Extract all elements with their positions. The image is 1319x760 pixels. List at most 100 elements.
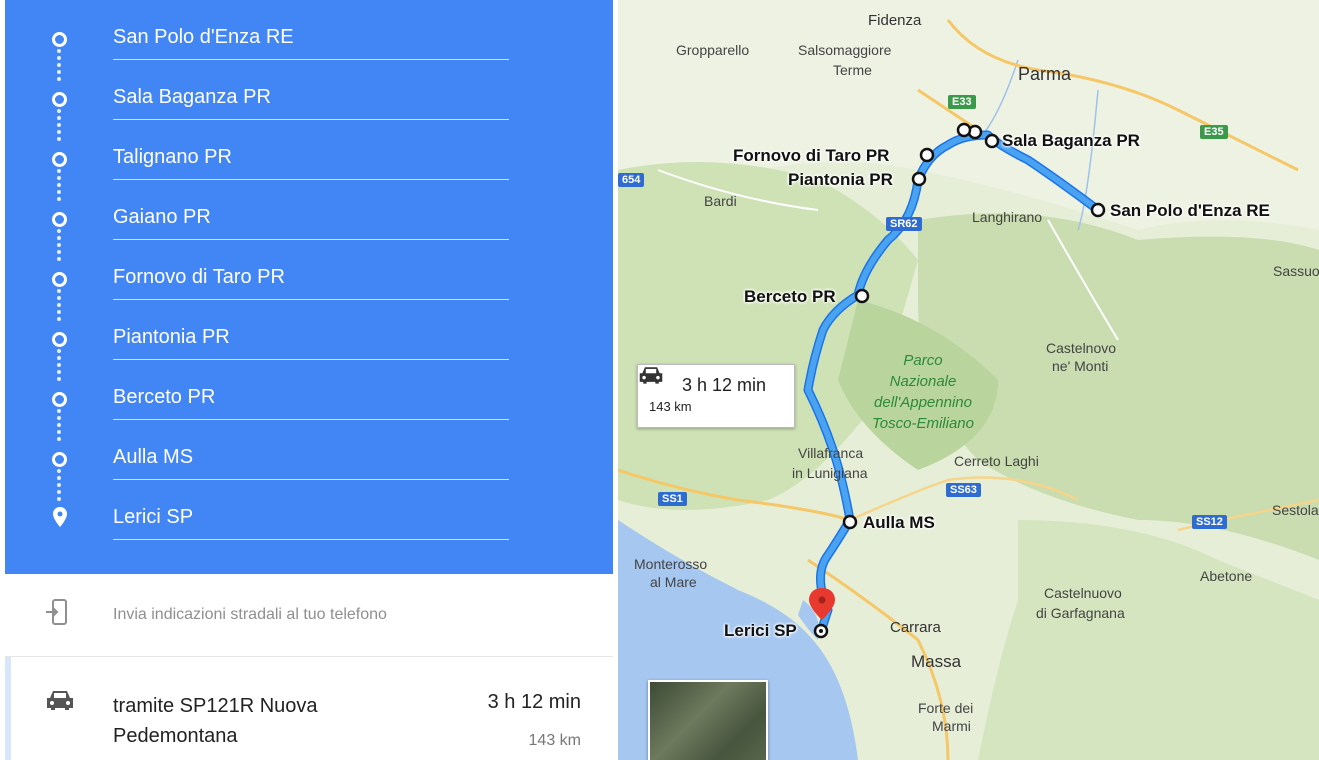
town-gropparello: Gropparello bbox=[676, 42, 750, 58]
park-label: Parco Nazionale dell'Appennino Tosco-Emi… bbox=[858, 350, 988, 434]
directions-panel: San Polo d'Enza RE Sala Baganza PR Taligna… bbox=[0, 0, 618, 760]
map-label-san-polo[interactable]: San Polo d'Enza RE bbox=[1110, 201, 1270, 221]
town-villafranca: Villafranca bbox=[798, 445, 864, 461]
waypoint-row[interactable]: Talignano PR bbox=[5, 125, 613, 185]
car-icon bbox=[639, 367, 663, 384]
route-distance: 143 km bbox=[528, 732, 581, 749]
park-label-line: Nazionale bbox=[889, 373, 957, 390]
waypoint-label[interactable]: Lerici SP bbox=[113, 505, 509, 540]
waypoint-label[interactable]: Gaiano PR bbox=[113, 205, 509, 240]
connector-dot bbox=[57, 476, 61, 480]
waypoint-circle-icon bbox=[52, 452, 67, 467]
town-cerreto-laghi: Cerreto Laghi bbox=[954, 453, 1039, 469]
waypoint-row[interactable]: Lerici SP bbox=[5, 485, 613, 545]
town-fidenza: Fidenza bbox=[868, 12, 922, 29]
waypoint-circle-icon bbox=[52, 332, 67, 347]
route-duration: 3 h 12 min bbox=[487, 691, 581, 713]
connector-dot bbox=[57, 469, 61, 473]
map-view[interactable]: E33 E35 SR62 SS1 SS63 SS12 654 Fidenza G… bbox=[618, 0, 1319, 760]
selected-route-indicator bbox=[5, 657, 11, 760]
map-label-piantonia[interactable]: Piantonia PR bbox=[788, 170, 893, 190]
connector-dot bbox=[57, 49, 61, 53]
map-label-lerici[interactable]: Lerici SP bbox=[724, 621, 797, 641]
connector-dot bbox=[57, 109, 61, 113]
waypoint-circle-icon bbox=[52, 32, 67, 47]
town-carrara: Carrara bbox=[890, 619, 941, 636]
route-via-label: tramite SP121R Nuova Pedemontana bbox=[113, 695, 318, 747]
map-label-fornovo[interactable]: Fornovo di Taro PR bbox=[733, 146, 889, 166]
connector-dot bbox=[57, 236, 61, 240]
waypoint-label[interactable]: Aulla MS bbox=[113, 445, 509, 480]
waypoint-circle-icon bbox=[52, 152, 67, 167]
town-in-lunigiana: in Lunigiana bbox=[792, 465, 868, 481]
connector-dot bbox=[57, 289, 61, 293]
connector-dot bbox=[57, 416, 61, 420]
route-time-callout[interactable]: 3 h 12 min 143 km bbox=[637, 364, 795, 428]
town-abetone: Abetone bbox=[1200, 568, 1253, 584]
waypoint-row[interactable]: Gaiano PR bbox=[5, 185, 613, 245]
town-di-garfagnana: di Garfagnana bbox=[1036, 605, 1125, 621]
town-al-mare: al Mare bbox=[650, 574, 697, 590]
waypoint-label[interactable]: San Polo d'Enza RE bbox=[113, 25, 509, 60]
town-forte-dei: Forte dei bbox=[918, 700, 974, 716]
callout-duration: 3 h 12 min bbox=[682, 375, 767, 395]
waypoint-circle-icon bbox=[52, 272, 67, 287]
town-terme: Terme bbox=[833, 62, 872, 78]
waypoints-list: San Polo d'Enza RE Sala Baganza PR Taligna… bbox=[5, 0, 613, 574]
waypoint-label[interactable]: Piantonia PR bbox=[113, 325, 509, 360]
map-label-sala-baganza[interactable]: Sala Baganza PR bbox=[1002, 131, 1140, 151]
connector-dot bbox=[57, 229, 61, 233]
connector-dot bbox=[57, 296, 61, 300]
car-icon bbox=[47, 691, 73, 710]
waypoint-label[interactable]: Fornovo di Taro PR bbox=[113, 265, 509, 300]
road-shield-654: 654 bbox=[618, 173, 645, 187]
town-ne-monti: ne' Monti bbox=[1052, 358, 1109, 374]
waypoint-label[interactable]: Talignano PR bbox=[113, 145, 509, 180]
satellite-view-toggle[interactable] bbox=[648, 680, 768, 760]
town-salsomaggiore: Salsomaggiore bbox=[798, 42, 892, 58]
road-shield-sr62: SR62 bbox=[886, 217, 922, 231]
send-to-phone-label: Invia indicazioni stradali al tuo telefo… bbox=[113, 606, 387, 623]
waypoint-row[interactable]: Piantonia PR bbox=[5, 305, 613, 365]
waypoint-row[interactable]: Aulla MS bbox=[5, 425, 613, 485]
send-to-phone-row[interactable]: Invia indicazioni stradali al tuo telefo… bbox=[5, 574, 613, 657]
connector-dot bbox=[57, 356, 61, 360]
road-shield-e35: E35 bbox=[1200, 125, 1228, 139]
connector-dot bbox=[57, 409, 61, 413]
waypoint-label[interactable]: Sala Baganza PR bbox=[113, 85, 509, 120]
map-label-berceto[interactable]: Berceto PR bbox=[744, 287, 836, 307]
waypoint-circle-icon bbox=[52, 92, 67, 107]
road-shield-e33: E33 bbox=[948, 95, 976, 109]
waypoint-row[interactable]: Sala Baganza PR bbox=[5, 65, 613, 125]
park-label-line: dell'Appennino bbox=[874, 394, 972, 411]
connector-dot bbox=[57, 176, 61, 180]
connector-dot bbox=[57, 116, 61, 120]
town-monterosso: Monterosso bbox=[634, 556, 708, 572]
town-bardi: Bardi bbox=[704, 193, 737, 209]
town-sassuolo: Sassuo bbox=[1273, 263, 1319, 279]
connector-dot bbox=[57, 349, 61, 353]
waypoint-row[interactable]: San Polo d'Enza RE bbox=[5, 5, 613, 65]
waypoint-circle-icon bbox=[52, 212, 67, 227]
road-shield-ss12: SS12 bbox=[1192, 515, 1227, 529]
connector-dot bbox=[57, 56, 61, 60]
town-massa: Massa bbox=[911, 652, 962, 671]
connector-dot bbox=[57, 169, 61, 173]
town-castelnuovo: Castelnuovo bbox=[1044, 585, 1122, 601]
town-sestola: Sestola bbox=[1272, 502, 1319, 518]
map-label-aulla[interactable]: Aulla MS bbox=[863, 513, 935, 533]
waypoint-row[interactable]: Berceto PR bbox=[5, 365, 613, 425]
destination-pin-icon bbox=[53, 507, 67, 527]
town-castelnovo: Castelnovo bbox=[1046, 340, 1117, 356]
waypoint-row[interactable]: Fornovo di Taro PR bbox=[5, 245, 613, 305]
town-langhirano: Langhirano bbox=[972, 209, 1043, 225]
park-label-line: Tosco-Emiliano bbox=[872, 415, 974, 432]
town-marmi: Marmi bbox=[932, 718, 971, 734]
send-to-phone-icon bbox=[46, 599, 67, 625]
waypoint-circle-icon bbox=[52, 392, 67, 407]
town-parma: Parma bbox=[1018, 64, 1072, 84]
route-option-card[interactable]: tramite SP121R Nuova Pedemontana 3 h 12 … bbox=[5, 657, 613, 760]
callout-distance: 143 km bbox=[649, 399, 692, 414]
waypoint-label[interactable]: Berceto PR bbox=[113, 385, 509, 420]
road-shield-ss63: SS63 bbox=[946, 483, 981, 497]
